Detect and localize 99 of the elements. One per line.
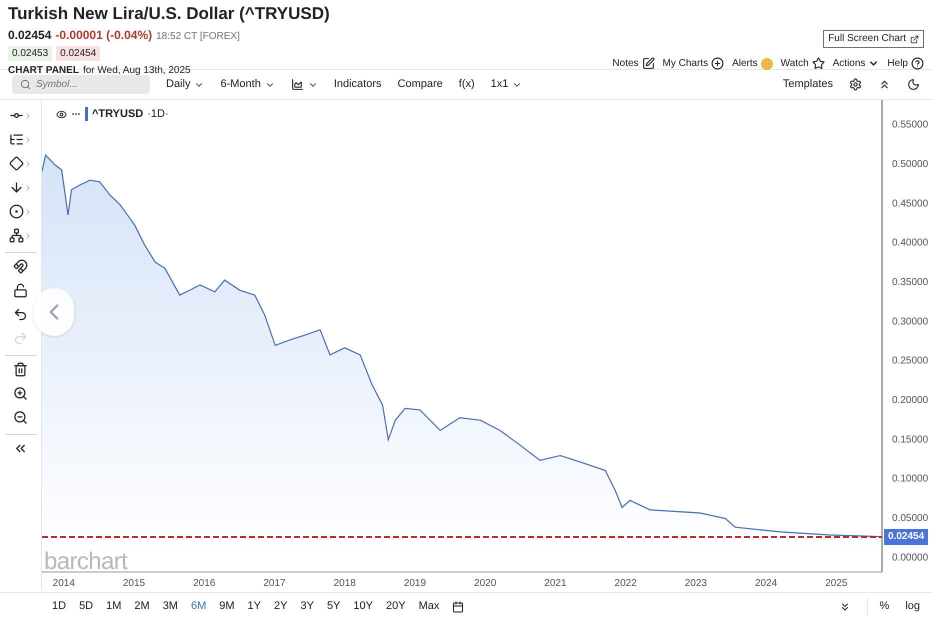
x-axis-label: 2024	[755, 578, 778, 589]
header-link[interactable]: Help	[887, 56, 924, 71]
range-button[interactable]: 3M	[162, 598, 178, 615]
area-chart-icon	[290, 78, 304, 91]
price-change: -0.00001 (-0.04%)	[55, 27, 152, 44]
full-screen-button[interactable]: Full Screen Chart	[823, 30, 924, 48]
range-button[interactable]: 20Y	[386, 598, 406, 615]
header-link[interactable]: Alerts	[732, 56, 773, 71]
x-axis-label: 2022	[614, 578, 637, 589]
x-axis-label: 2014	[52, 578, 75, 589]
range-button[interactable]: 5D	[79, 598, 94, 615]
zoom-out-icon[interactable]	[13, 410, 28, 425]
last-price: 0.02454	[8, 27, 52, 44]
alert-icon	[760, 58, 773, 70]
series-legend-interval: ·1D·	[147, 107, 169, 122]
plus-icon	[711, 57, 724, 70]
expand-icon[interactable]	[24, 208, 32, 216]
toolbar-button[interactable]: Indicators	[334, 76, 382, 93]
toolbar-button[interactable]: f(x)	[458, 76, 475, 93]
bid-price: 0.02453	[8, 46, 52, 61]
magnet-icon[interactable]	[13, 259, 28, 274]
toolbar-button[interactable]: Compare	[398, 76, 443, 93]
x-axis-label: 2017	[263, 578, 286, 589]
range-button[interactable]: 1D	[52, 598, 66, 615]
header-link[interactable]: My Charts	[662, 56, 724, 71]
toolbar-dropdown[interactable]: 6-Month	[220, 76, 275, 93]
chart-type-dropdown[interactable]	[290, 78, 318, 91]
y-axis-label: 0.50000	[892, 158, 928, 170]
y-axis-label: 0.25000	[892, 356, 928, 367]
trash-icon[interactable]	[13, 362, 28, 377]
y-axis-label: 0.45000	[892, 198, 928, 210]
y-axis-label: 0.05000	[892, 512, 928, 524]
diamond-tool-icon[interactable]	[9, 156, 24, 171]
y-axis-label: 0.20000	[892, 394, 928, 406]
circle-dot-icon[interactable]	[9, 204, 24, 219]
range-button[interactable]: Max	[418, 598, 440, 615]
quote-time: 18:52 CT [FOREX]	[156, 30, 240, 44]
y-axis-label: 0.00000	[892, 552, 928, 564]
zoom-in-icon[interactable]	[13, 386, 28, 401]
expand-icon[interactable]	[24, 112, 32, 120]
last-price-tag: 0.02454	[884, 528, 928, 545]
scale-button[interactable]: log	[905, 598, 920, 615]
symbol-search-field[interactable]: Symbol...	[12, 75, 150, 94]
range-button[interactable]: 9M	[219, 598, 235, 615]
y-axis-label: 0.30000	[892, 316, 928, 328]
x-axis-label: 2016	[193, 578, 216, 589]
collapse-up-icon[interactable]	[878, 78, 891, 91]
undo-icon[interactable]	[13, 307, 28, 322]
page-title: Turkish New Lira/U.S. Dollar (^TRYUSD)	[8, 4, 330, 24]
calendar-icon[interactable]	[452, 600, 464, 612]
dark-mode-icon[interactable]	[907, 78, 920, 91]
ask-price: 0.02454	[56, 46, 100, 61]
y-axis-label: 0.55000	[892, 120, 928, 131]
range-button[interactable]: 1M	[106, 598, 122, 615]
expand-icon[interactable]	[24, 160, 32, 168]
x-axis-label: 2023	[684, 578, 707, 589]
x-axis-label: 2025	[825, 578, 848, 589]
header-link[interactable]: Watch	[780, 56, 825, 71]
y-axis-label: 0.15000	[892, 434, 928, 446]
chart-logo: barchart	[44, 547, 128, 577]
star-icon	[812, 57, 825, 70]
range-button[interactable]: 5Y	[326, 598, 340, 615]
arrow-down-icon[interactable]	[9, 180, 24, 195]
templates-button[interactable]: Templates	[782, 76, 833, 93]
expand-icon[interactable]	[24, 184, 32, 192]
settings-icon[interactable]	[849, 78, 862, 91]
x-axis-label: 2018	[334, 578, 356, 589]
list-tool-icon[interactable]	[9, 132, 24, 147]
expand-icon[interactable]	[24, 232, 32, 240]
expand-icon[interactable]	[24, 136, 32, 144]
help-icon	[911, 57, 924, 70]
x-axis-label: 2015	[122, 578, 146, 589]
series-color-bar	[85, 107, 88, 122]
y-axis-label: 0.10000	[892, 474, 928, 485]
range-button[interactable]: 1Y	[248, 598, 261, 615]
y-axis-label: 0.35000	[892, 276, 928, 288]
y-axis-label: 0.40000	[892, 238, 928, 249]
range-button[interactable]: 2Y	[274, 598, 288, 615]
eye-icon[interactable]	[56, 108, 67, 120]
scale-button[interactable]: %	[880, 598, 890, 615]
toolbar-dropdown[interactable]: 1x1	[490, 76, 522, 93]
header-link[interactable]: Actions	[832, 56, 880, 71]
toolbar-dropdown[interactable]: Daily	[166, 76, 204, 93]
search-icon	[20, 79, 31, 90]
range-button[interactable]: 10Y	[353, 598, 373, 615]
range-button[interactable]: 3Y	[300, 598, 314, 615]
edit-icon	[642, 57, 655, 70]
network-icon[interactable]	[9, 228, 24, 243]
x-axis-label: 2021	[544, 578, 567, 589]
chart-panel-date: for Wed, Aug 13th, 2025	[82, 64, 191, 78]
x-axis-label: 2020	[474, 578, 496, 589]
chart-panel-label: CHART PANEL	[8, 64, 79, 78]
range-button[interactable]: 2M	[134, 598, 150, 615]
header-link[interactable]: Notes	[612, 56, 655, 71]
series-legend-symbol: ^TRYUSD	[92, 107, 144, 122]
unlock-icon[interactable]	[13, 283, 28, 298]
x-axis-label: 2019	[404, 578, 426, 589]
expand-icon	[910, 34, 919, 44]
range-button[interactable]: 6M	[190, 598, 206, 615]
